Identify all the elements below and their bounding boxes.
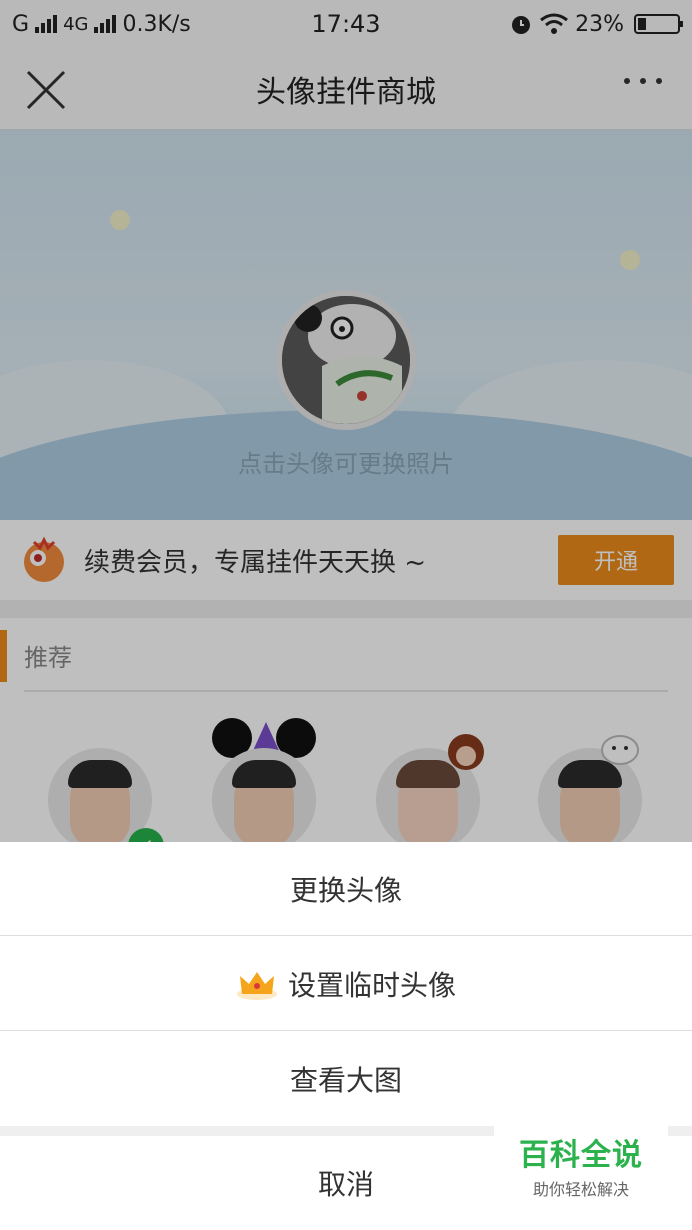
modal-overlay[interactable]: [0, 0, 692, 842]
watermark-logo: 百科全说: [519, 1138, 643, 1173]
temp-avatar-option[interactable]: 设置临时头像: [0, 937, 692, 1031]
crown-icon: [236, 971, 277, 1000]
watermark: 百科全说 助你轻松解决: [494, 1122, 668, 1208]
view-large-option[interactable]: 查看大图: [0, 1032, 692, 1126]
cancel-label: 取消: [317, 1168, 374, 1201]
view-large-label: 查看大图: [289, 1064, 402, 1097]
watermark-subtitle: 助你轻松解决: [532, 1180, 629, 1199]
temp-avatar-label: 设置临时头像: [287, 968, 456, 1002]
change-avatar-label: 更换头像: [289, 873, 402, 907]
change-avatar-option[interactable]: 更换头像: [0, 842, 692, 936]
